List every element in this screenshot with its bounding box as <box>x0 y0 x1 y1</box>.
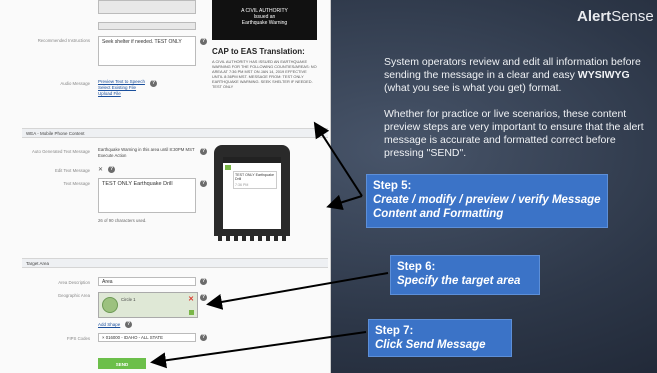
step-5-arrow-up <box>313 121 363 197</box>
step-6-arrow <box>206 272 389 310</box>
annotation-arrows <box>150 121 389 369</box>
step-7-arrow <box>150 331 367 369</box>
step-5-arrow-left <box>326 194 363 211</box>
